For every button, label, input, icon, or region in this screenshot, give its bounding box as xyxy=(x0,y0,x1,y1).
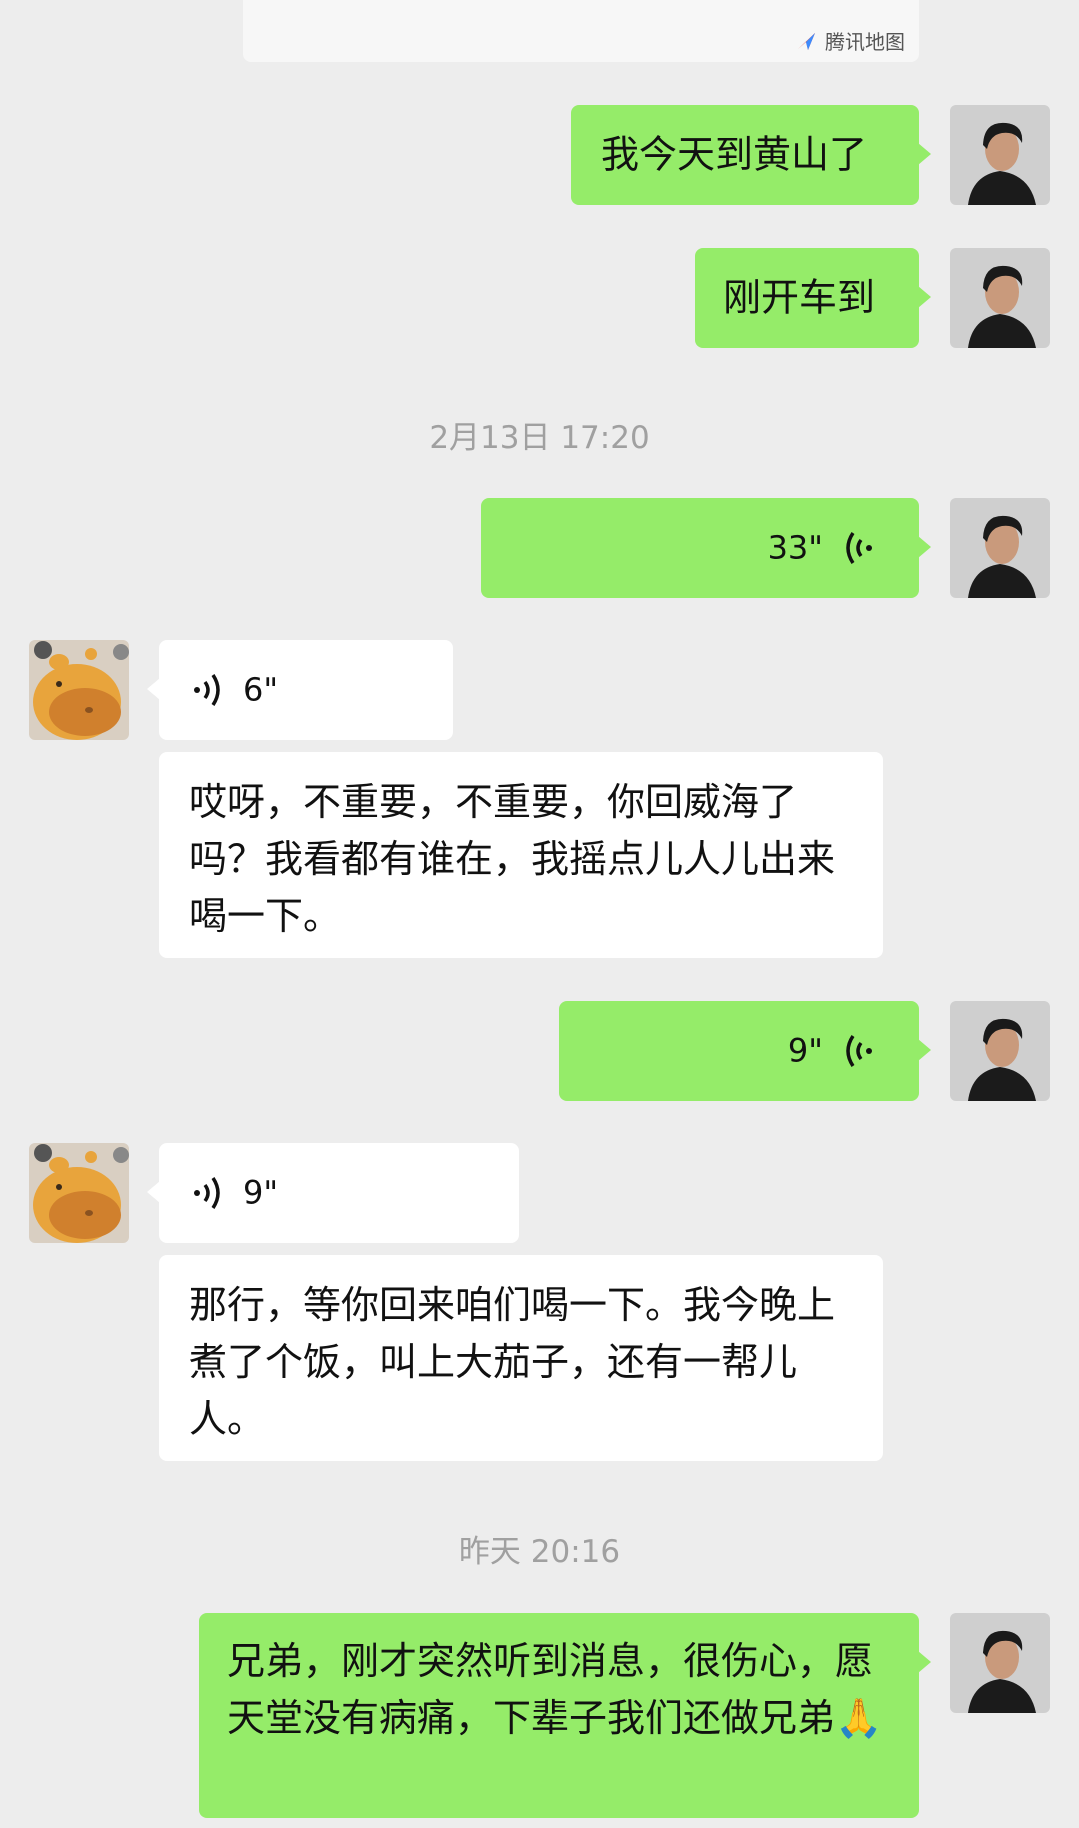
my-avatar[interactable] xyxy=(950,248,1050,348)
message-text: 兄弟，刚才突然听到消息，很伤心，愿天堂没有病痛，下辈子我们还做兄弟🙏 xyxy=(227,1639,883,1740)
voice-message-received[interactable]: 9" xyxy=(147,1143,519,1243)
voice-wave-icon xyxy=(846,532,872,564)
tencent-map-logo-icon xyxy=(798,32,815,50)
message-bubble-received[interactable]: 那行，等你回来咱们喝一下。我今晚上煮了个饭，叫上大茄子，还有一帮儿人。 xyxy=(159,1255,883,1461)
voice-message-sent[interactable]: 33" xyxy=(481,498,931,598)
man-portrait-avatar-icon xyxy=(950,105,1050,205)
voice-wave-icon xyxy=(846,1035,872,1067)
voice-message-received[interactable]: 6" xyxy=(147,640,453,740)
my-avatar[interactable] xyxy=(950,498,1050,598)
man-portrait-avatar-icon xyxy=(950,498,1050,598)
message-text: 那行，等你回来咱们喝一下。我今晚上煮了个饭，叫上大茄子，还有一帮儿人。 xyxy=(189,1283,836,1441)
timestamp: 昨天 20:16 xyxy=(458,1534,621,1570)
message-bubble-sent[interactable]: 刚开车到 xyxy=(695,248,931,348)
my-avatar[interactable] xyxy=(950,1613,1050,1713)
location-card[interactable]: 腾讯地图 xyxy=(243,0,919,62)
timestamp: 2月13日 17:20 xyxy=(429,420,650,456)
location-source: 腾讯地图 xyxy=(795,26,905,55)
man-portrait-avatar-icon xyxy=(950,248,1050,348)
message-text: 我今天到黄山了 xyxy=(601,132,868,177)
message-bubble-sent[interactable]: 兄弟，刚才突然听到消息，很伤心，愿天堂没有病痛，下辈子我们还做兄弟🙏 xyxy=(199,1613,931,1818)
my-avatar[interactable] xyxy=(950,105,1050,205)
message-bubble-sent[interactable]: 我今天到黄山了 xyxy=(571,105,931,205)
man-portrait-avatar-icon xyxy=(950,1613,1050,1713)
voice-duration: 9" xyxy=(243,1173,279,1212)
voice-duration: 9" xyxy=(787,1031,823,1070)
voice-wave-icon xyxy=(194,674,220,706)
contact-avatar[interactable] xyxy=(29,640,129,740)
cartoon-giraffe-avatar-icon xyxy=(29,1143,129,1243)
voice-message-sent[interactable]: 9" xyxy=(559,1001,931,1101)
voice-duration: 33" xyxy=(767,528,823,567)
message-text: 刚开车到 xyxy=(723,275,876,320)
man-portrait-avatar-icon xyxy=(950,1001,1050,1101)
message-text: 哎呀，不重要，不重要，你回威海了吗？我看都有谁在，我摇点儿人儿出来喝一下。 xyxy=(189,780,836,938)
cartoon-giraffe-avatar-icon xyxy=(29,640,129,740)
my-avatar[interactable] xyxy=(950,1001,1050,1101)
voice-wave-icon xyxy=(194,1177,220,1209)
message-bubble-received[interactable]: 哎呀，不重要，不重要，你回威海了吗？我看都有谁在，我摇点儿人儿出来喝一下。 xyxy=(159,752,883,958)
contact-avatar[interactable] xyxy=(29,1143,129,1243)
voice-duration: 6" xyxy=(243,670,279,709)
location-source-label: 腾讯地图 xyxy=(825,30,905,54)
